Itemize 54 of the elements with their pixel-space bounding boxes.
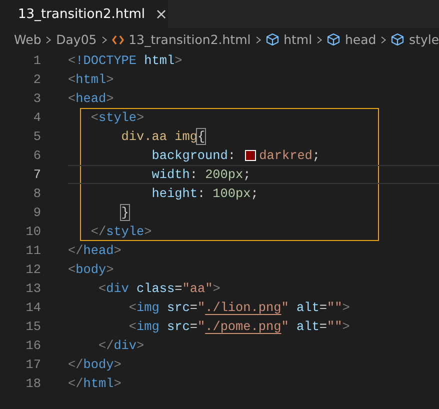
line-number: 17 — [24, 357, 41, 372]
line-number: 1 — [32, 53, 41, 68]
line-number: 14 — [24, 300, 41, 315]
line-number: 10 — [24, 224, 41, 239]
line-number: 12 — [24, 262, 41, 277]
code-file-icon — [112, 34, 124, 44]
close-icon[interactable]: × — [155, 5, 168, 23]
chevron-icon — [254, 34, 262, 44]
breadcrumb-item[interactable]: Day05 — [56, 32, 97, 47]
code-text: darkred; — [259, 148, 320, 163]
line-number: 9 — [32, 205, 41, 220]
line-number: 4 — [32, 110, 41, 125]
code-text: } — [119, 205, 129, 220]
code-text: <img src="./lion.png" alt=""> — [128, 300, 350, 315]
code-text: <head> — [68, 91, 114, 106]
breadcrumb-item[interactable]: Web — [14, 32, 42, 47]
chevron-icon — [100, 34, 108, 44]
breadcrumb-item[interactable]: html — [284, 32, 312, 47]
line-number: 8 — [32, 186, 41, 201]
code-text: </div> — [97, 338, 144, 353]
line-number: 2 — [32, 72, 41, 87]
code-text: </style> — [90, 224, 152, 239]
code-text: background: — [150, 148, 237, 163]
chevron-icon — [380, 34, 388, 44]
line-number: 13 — [24, 281, 41, 296]
code-text: <body> — [68, 262, 114, 277]
line-number: 5 — [32, 129, 41, 144]
code-text: </head> — [68, 243, 122, 258]
code-text: <div class="aa"> — [97, 281, 220, 296]
breadcrumb-item[interactable]: 13_transition2.html — [128, 32, 251, 47]
line-number: 7 — [32, 167, 41, 182]
code-text: </body> — [68, 357, 122, 372]
code-text: height: 100px; — [150, 186, 258, 201]
cube-icon — [326, 33, 340, 46]
chevron-icon — [316, 34, 323, 44]
editor-tab[interactable]: 13_transition2.html × — [0, 0, 168, 28]
code-text: </html> — [68, 376, 122, 391]
code-text: <img src="./pome.png" alt=""> — [128, 319, 350, 334]
cube-icon — [266, 33, 279, 46]
breadcrumb-item[interactable]: style — [409, 32, 439, 47]
color-swatch-icon[interactable] — [245, 150, 256, 161]
line-number: 11 — [24, 243, 41, 258]
code-text: width: 200px; — [150, 167, 251, 182]
code-text: <style> — [90, 110, 144, 125]
line-number: 3 — [32, 91, 41, 106]
line-number: 18 — [24, 376, 41, 391]
line-number: 16 — [24, 338, 41, 353]
chevron-icon — [45, 34, 52, 44]
code-text: <!DOCTYPE html> — [68, 53, 182, 68]
line-number: 6 — [32, 148, 41, 163]
code-text: <html> — [68, 72, 114, 87]
cube-icon — [391, 33, 404, 46]
line-number: 15 — [24, 319, 41, 334]
breadcrumb-item[interactable]: head — [344, 32, 376, 47]
